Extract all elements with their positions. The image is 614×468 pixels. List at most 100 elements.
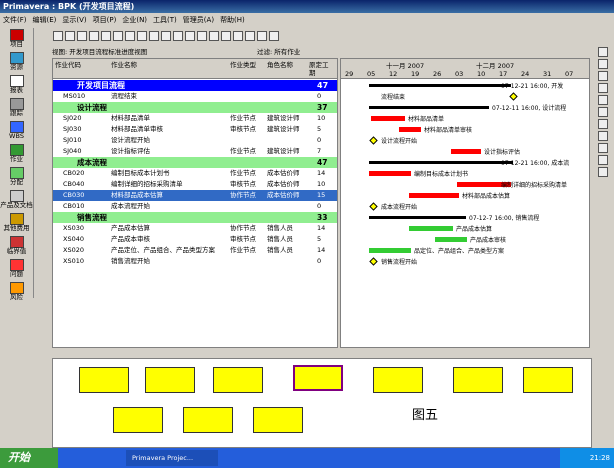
toolbar-button-icon[interactable] bbox=[101, 31, 111, 41]
wbs-row[interactable]: 设计流程 37 bbox=[53, 102, 337, 113]
table-row[interactable]: XS030 产品成本估算 协作节点 销售人员 14 bbox=[53, 223, 337, 234]
sidebar-item-assignments[interactable]: 分配 bbox=[0, 167, 33, 189]
view-label[interactable]: 视图: 开发项目流程标准进度视图 bbox=[52, 48, 147, 56]
toolbar-button-icon[interactable] bbox=[149, 31, 159, 41]
toolbar-button-icon[interactable] bbox=[209, 31, 219, 41]
network-node[interactable] bbox=[253, 407, 303, 433]
toolbar-button-icon[interactable] bbox=[161, 31, 171, 41]
toolbar-button-icon[interactable] bbox=[221, 31, 231, 41]
network-node[interactable] bbox=[373, 367, 423, 393]
table-row[interactable]: CB010 成本流程开始 0 bbox=[53, 201, 337, 212]
gantt-bar[interactable] bbox=[369, 106, 489, 109]
gantt-bar[interactable] bbox=[451, 149, 481, 154]
resource-icon[interactable] bbox=[598, 107, 608, 117]
table-row[interactable]: SJ040 设计指标评估 作业节点 建筑设计师 7 bbox=[53, 146, 337, 157]
network-node[interactable] bbox=[113, 407, 163, 433]
col-header-code[interactable]: 作业代码 bbox=[55, 61, 81, 69]
taskbar-item-primavera[interactable]: Primavera Projec... bbox=[126, 450, 218, 466]
gantt-bar[interactable] bbox=[435, 237, 467, 242]
sidebar-item-issues[interactable]: 问题 bbox=[0, 259, 33, 281]
col-header-role[interactable]: 角色名称 bbox=[267, 61, 293, 69]
project-row[interactable]: 开发项目流程 47 bbox=[53, 80, 337, 91]
milestone-marker[interactable] bbox=[509, 92, 518, 101]
cut-icon[interactable] bbox=[598, 71, 608, 81]
delete-icon[interactable] bbox=[598, 59, 608, 69]
toolbar-button-icon[interactable] bbox=[137, 31, 147, 41]
table-row[interactable]: CB020 编制目标成本计划书 作业节点 成本估价师 14 bbox=[53, 168, 337, 179]
sidebar-item-wbs[interactable]: WBS bbox=[0, 121, 33, 143]
toolbar-button-icon[interactable] bbox=[89, 31, 99, 41]
wbs-row[interactable]: 成本流程 47 bbox=[53, 157, 337, 168]
milestone-marker[interactable] bbox=[369, 257, 378, 266]
sidebar-item-projects[interactable]: 项目 bbox=[0, 29, 33, 51]
toolbar-button-icon[interactable] bbox=[77, 31, 87, 41]
table-row[interactable]: XS010 销售流程开始 0 bbox=[53, 256, 337, 267]
zoom-out-icon[interactable] bbox=[269, 31, 279, 41]
gantt-bar[interactable] bbox=[409, 226, 453, 231]
copy-icon[interactable] bbox=[598, 83, 608, 93]
col-header-name[interactable]: 作业名称 bbox=[111, 61, 137, 69]
network-node[interactable] bbox=[145, 367, 195, 393]
network-node[interactable] bbox=[183, 407, 233, 433]
network-node[interactable] bbox=[79, 367, 129, 393]
link-icon[interactable] bbox=[598, 131, 608, 141]
table-row[interactable]: SJ010 设计流程开始 0 bbox=[53, 135, 337, 146]
gantt-bar[interactable] bbox=[399, 127, 421, 132]
menu-admin[interactable]: 管理员(A) bbox=[180, 13, 217, 27]
menu-file[interactable]: 文件(F) bbox=[0, 13, 30, 27]
sidebar-item-expenses[interactable]: 其他费用 bbox=[0, 213, 33, 235]
menu-enterprise[interactable]: 企业(N) bbox=[119, 13, 150, 27]
toolbar-button-icon[interactable] bbox=[197, 31, 207, 41]
network-node[interactable] bbox=[453, 367, 503, 393]
network-node[interactable] bbox=[523, 367, 573, 393]
table-row[interactable]: SJ020 材料部品清单 作业节点 建筑设计师 10 bbox=[53, 113, 337, 124]
toolbar-button-icon[interactable] bbox=[113, 31, 123, 41]
network-node[interactable] bbox=[213, 367, 263, 393]
toolbar-button-icon[interactable] bbox=[125, 31, 135, 41]
menu-project[interactable]: 项目(P) bbox=[90, 13, 120, 27]
table-row[interactable]: XS020 产品定位、产品组合、产品类型方案 作业节点 销售人员 14 bbox=[53, 245, 337, 256]
paste-icon[interactable] bbox=[598, 95, 608, 105]
toolbar-button-icon[interactable] bbox=[53, 31, 63, 41]
filter-label[interactable]: 过滤: 所有作业 bbox=[257, 48, 300, 57]
zoom-in-icon[interactable] bbox=[257, 31, 267, 41]
col-header-duration[interactable]: 原定工期 bbox=[309, 61, 329, 77]
col-header-type[interactable]: 作业类型 bbox=[230, 61, 256, 69]
sidebar-item-documents[interactable]: 产品及文档 bbox=[0, 190, 33, 212]
filter-icon[interactable] bbox=[245, 31, 255, 41]
gantt-bar[interactable] bbox=[371, 116, 405, 121]
table-row[interactable]: CB030 材料部品成本估算 协作节点 成本估价师 15 bbox=[53, 190, 337, 201]
network-node-selected[interactable] bbox=[293, 365, 343, 391]
menu-view[interactable]: 显示(V) bbox=[59, 13, 89, 27]
wbs-row[interactable]: 销售流程 33 bbox=[53, 212, 337, 223]
sidebar-item-reports[interactable]: 报表 bbox=[0, 75, 33, 97]
schedule-icon[interactable] bbox=[598, 143, 608, 153]
table-row[interactable]: CB040 编制详细的招标采购清单 审核节点 成本估价师 10 bbox=[53, 179, 337, 190]
gantt-bar[interactable] bbox=[369, 248, 411, 253]
sidebar-item-resources[interactable]: 资源 bbox=[0, 52, 33, 74]
menu-help[interactable]: 帮助(H) bbox=[217, 13, 248, 27]
sidebar-item-activities[interactable]: 作业 bbox=[0, 144, 33, 166]
level-icon[interactable] bbox=[598, 155, 608, 165]
milestone-marker[interactable] bbox=[369, 202, 378, 211]
start-button[interactable]: 开始 bbox=[0, 448, 58, 468]
gantt-bar[interactable] bbox=[369, 171, 411, 176]
new-icon[interactable] bbox=[598, 47, 608, 57]
gantt-bar[interactable] bbox=[369, 216, 466, 219]
milestone-marker[interactable] bbox=[369, 136, 378, 145]
assign-icon[interactable] bbox=[598, 119, 608, 129]
menu-edit[interactable]: 编辑(E) bbox=[30, 13, 60, 27]
sidebar-item-risks[interactable]: 风险 bbox=[0, 282, 33, 304]
sidebar-item-tracking[interactable]: 跟踪 bbox=[0, 98, 33, 120]
toolbar-button-icon[interactable] bbox=[233, 31, 243, 41]
toolbar-button-icon[interactable] bbox=[65, 31, 75, 41]
gantt-bar[interactable] bbox=[409, 193, 459, 198]
table-row[interactable]: MS010 流程结束 0 bbox=[53, 91, 337, 102]
gantt-bar[interactable] bbox=[369, 161, 513, 164]
toolbar-button-icon[interactable] bbox=[173, 31, 183, 41]
sidebar-item-thresholds[interactable]: 临界值 bbox=[0, 236, 33, 258]
toolbar-button-icon[interactable] bbox=[185, 31, 195, 41]
menu-tools[interactable]: 工具(T) bbox=[150, 13, 180, 27]
table-row[interactable]: SJ030 材料部品清单审核 审核节点 建筑设计师 5 bbox=[53, 124, 337, 135]
gantt-bar[interactable] bbox=[369, 84, 511, 87]
